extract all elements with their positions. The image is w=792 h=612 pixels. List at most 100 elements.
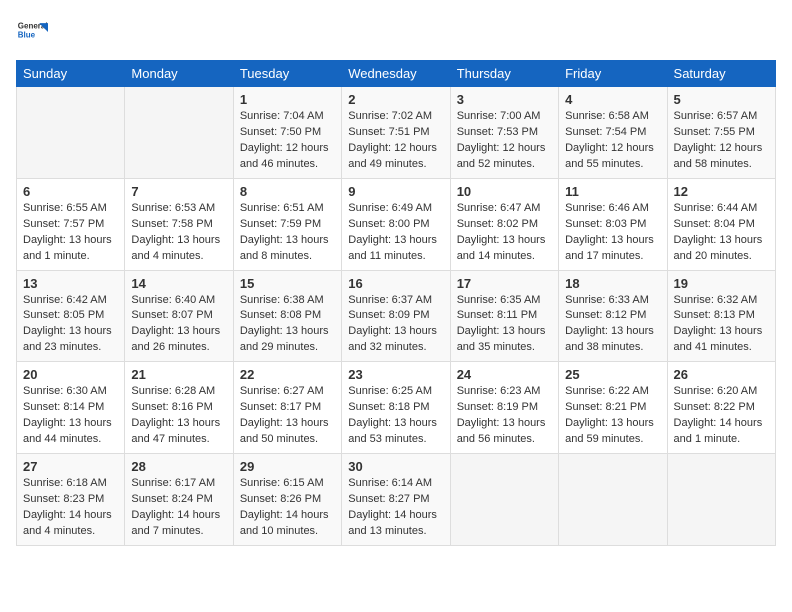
day-info: Sunrise: 6:35 AM Sunset: 8:11 PM Dayligh… — [457, 293, 552, 357]
page-header: General Blue — [16, 16, 776, 48]
day-info: Sunrise: 6:20 AM Sunset: 8:22 PM Dayligh… — [674, 384, 769, 448]
day-number: 10 — [457, 184, 552, 199]
day-number: 8 — [240, 184, 335, 199]
calendar-cell: 28 Sunrise: 6:17 AM Sunset: 8:24 PM Dayli… — [125, 454, 233, 546]
day-info: Sunrise: 6:17 AM Sunset: 8:24 PM Dayligh… — [131, 476, 226, 540]
calendar-week-1: 1Sunrise: 7:04 AM Sunset: 7:50 PM Daylig… — [17, 87, 776, 179]
calendar-cell: 26Sunrise: 6:20 AM Sunset: 8:22 PM Dayli… — [667, 362, 775, 454]
day-info: Sunrise: 6:47 AM Sunset: 8:02 PM Dayligh… — [457, 201, 552, 265]
day-number: 28 — [131, 459, 226, 474]
calendar-cell: 17 Sunrise: 6:35 AM Sunset: 8:11 PM Dayli… — [450, 270, 558, 362]
calendar-cell: 4 Sunrise: 6:58 AM Sunset: 7:54 PM Daylig… — [559, 87, 667, 179]
day-info: Sunrise: 6:42 AM Sunset: 8:05 PM Dayligh… — [23, 293, 118, 357]
weekday-header-sunday: Sunday — [17, 61, 125, 87]
day-number: 20 — [23, 367, 118, 382]
day-info: Sunrise: 6:23 AM Sunset: 8:19 PM Dayligh… — [457, 384, 552, 448]
day-number: 4 — [565, 92, 660, 107]
calendar-cell: 13 Sunrise: 6:42 AM Sunset: 8:05 PM Dayli… — [17, 270, 125, 362]
day-info: Sunrise: 6:27 AM Sunset: 8:17 PM Dayligh… — [240, 384, 335, 448]
day-info: Sunrise: 7:02 AM Sunset: 7:51 PM Dayligh… — [348, 109, 443, 173]
weekday-header-friday: Friday — [559, 61, 667, 87]
calendar-cell: 23 Sunrise: 6:25 AM Sunset: 8:18 PM Dayli… — [342, 362, 450, 454]
calendar-week-3: 13 Sunrise: 6:42 AM Sunset: 8:05 PM Dayli… — [17, 270, 776, 362]
calendar-cell: 29 Sunrise: 6:15 AM Sunset: 8:26 PM Dayli… — [233, 454, 341, 546]
day-number: 27 — [23, 459, 118, 474]
calendar-cell: 11 Sunrise: 6:46 AM Sunset: 8:03 PM Dayli… — [559, 178, 667, 270]
calendar-cell — [450, 454, 558, 546]
calendar-cell: 14 Sunrise: 6:40 AM Sunset: 8:07 PM Dayli… — [125, 270, 233, 362]
day-info: Sunrise: 6:46 AM Sunset: 8:03 PM Dayligh… — [565, 201, 660, 265]
calendar-cell: 9Sunrise: 6:49 AM Sunset: 8:00 PM Daylig… — [342, 178, 450, 270]
day-info: Sunrise: 6:58 AM Sunset: 7:54 PM Dayligh… — [565, 109, 660, 173]
weekday-header-saturday: Saturday — [667, 61, 775, 87]
calendar-body: 1Sunrise: 7:04 AM Sunset: 7:50 PM Daylig… — [17, 87, 776, 546]
day-info: Sunrise: 6:53 AM Sunset: 7:58 PM Dayligh… — [131, 201, 226, 265]
calendar-cell: 1Sunrise: 7:04 AM Sunset: 7:50 PM Daylig… — [233, 87, 341, 179]
day-number: 30 — [348, 459, 443, 474]
day-info: Sunrise: 6:37 AM Sunset: 8:09 PM Dayligh… — [348, 293, 443, 357]
day-info: Sunrise: 6:57 AM Sunset: 7:55 PM Dayligh… — [674, 109, 769, 173]
calendar-cell: 8Sunrise: 6:51 AM Sunset: 7:59 PM Daylig… — [233, 178, 341, 270]
day-number: 17 — [457, 276, 552, 291]
day-number: 9 — [348, 184, 443, 199]
calendar-cell: 10 Sunrise: 6:47 AM Sunset: 8:02 PM Dayli… — [450, 178, 558, 270]
calendar-cell: 6 Sunrise: 6:55 AM Sunset: 7:57 PM Daylig… — [17, 178, 125, 270]
weekday-header-tuesday: Tuesday — [233, 61, 341, 87]
calendar-week-2: 6 Sunrise: 6:55 AM Sunset: 7:57 PM Daylig… — [17, 178, 776, 270]
calendar-cell: 22 Sunrise: 6:27 AM Sunset: 8:17 PM Dayli… — [233, 362, 341, 454]
calendar-cell: 2 Sunrise: 7:02 AM Sunset: 7:51 PM Daylig… — [342, 87, 450, 179]
calendar-cell: 12Sunrise: 6:44 AM Sunset: 8:04 PM Dayli… — [667, 178, 775, 270]
day-number: 23 — [348, 367, 443, 382]
calendar-cell: 5 Sunrise: 6:57 AM Sunset: 7:55 PM Daylig… — [667, 87, 775, 179]
day-number: 25 — [565, 367, 660, 382]
day-info: Sunrise: 6:30 AM Sunset: 8:14 PM Dayligh… — [23, 384, 118, 448]
calendar-cell: 21Sunrise: 6:28 AM Sunset: 8:16 PM Dayli… — [125, 362, 233, 454]
logo: General Blue — [16, 16, 48, 48]
calendar-cell: 24 Sunrise: 6:23 AM Sunset: 8:19 PM Dayli… — [450, 362, 558, 454]
day-info: Sunrise: 6:22 AM Sunset: 8:21 PM Dayligh… — [565, 384, 660, 448]
day-number: 24 — [457, 367, 552, 382]
day-number: 16 — [348, 276, 443, 291]
day-number: 6 — [23, 184, 118, 199]
calendar-cell: 20 Sunrise: 6:30 AM Sunset: 8:14 PM Dayli… — [17, 362, 125, 454]
logo-icon: General Blue — [16, 16, 48, 48]
calendar-cell: 7 Sunrise: 6:53 AM Sunset: 7:58 PM Daylig… — [125, 178, 233, 270]
day-number: 11 — [565, 184, 660, 199]
calendar-cell: 15Sunrise: 6:38 AM Sunset: 8:08 PM Dayli… — [233, 270, 341, 362]
calendar-cell: 27 Sunrise: 6:18 AM Sunset: 8:23 PM Dayli… — [17, 454, 125, 546]
calendar-cell: 16 Sunrise: 6:37 AM Sunset: 8:09 PM Dayli… — [342, 270, 450, 362]
day-info: Sunrise: 6:28 AM Sunset: 8:16 PM Dayligh… — [131, 384, 226, 448]
calendar-cell — [667, 454, 775, 546]
weekday-header-thursday: Thursday — [450, 61, 558, 87]
calendar-cell: 19 Sunrise: 6:32 AM Sunset: 8:13 PM Dayli… — [667, 270, 775, 362]
day-number: 3 — [457, 92, 552, 107]
day-info: Sunrise: 6:15 AM Sunset: 8:26 PM Dayligh… — [240, 476, 335, 540]
svg-text:Blue: Blue — [18, 30, 36, 39]
day-info: Sunrise: 6:55 AM Sunset: 7:57 PM Dayligh… — [23, 201, 118, 265]
calendar-cell: 3 Sunrise: 7:00 AM Sunset: 7:53 PM Daylig… — [450, 87, 558, 179]
calendar-table: SundayMondayTuesdayWednesdayThursdayFrid… — [16, 60, 776, 546]
day-info: Sunrise: 6:25 AM Sunset: 8:18 PM Dayligh… — [348, 384, 443, 448]
day-number: 29 — [240, 459, 335, 474]
day-number: 18 — [565, 276, 660, 291]
weekday-header-wednesday: Wednesday — [342, 61, 450, 87]
day-info: Sunrise: 6:18 AM Sunset: 8:23 PM Dayligh… — [23, 476, 118, 540]
calendar-cell: 25 Sunrise: 6:22 AM Sunset: 8:21 PM Dayli… — [559, 362, 667, 454]
day-number: 5 — [674, 92, 769, 107]
day-number: 13 — [23, 276, 118, 291]
day-number: 14 — [131, 276, 226, 291]
weekday-header-monday: Monday — [125, 61, 233, 87]
day-number: 22 — [240, 367, 335, 382]
day-number: 2 — [348, 92, 443, 107]
day-info: Sunrise: 6:14 AM Sunset: 8:27 PM Dayligh… — [348, 476, 443, 540]
day-info: Sunrise: 6:38 AM Sunset: 8:08 PM Dayligh… — [240, 293, 335, 357]
calendar-cell — [125, 87, 233, 179]
day-info: Sunrise: 6:32 AM Sunset: 8:13 PM Dayligh… — [674, 293, 769, 357]
day-number: 7 — [131, 184, 226, 199]
day-info: Sunrise: 7:00 AM Sunset: 7:53 PM Dayligh… — [457, 109, 552, 173]
weekday-header-row: SundayMondayTuesdayWednesdayThursdayFrid… — [17, 61, 776, 87]
day-info: Sunrise: 6:40 AM Sunset: 8:07 PM Dayligh… — [131, 293, 226, 357]
calendar-cell — [559, 454, 667, 546]
calendar-week-5: 27 Sunrise: 6:18 AM Sunset: 8:23 PM Dayli… — [17, 454, 776, 546]
day-number: 19 — [674, 276, 769, 291]
